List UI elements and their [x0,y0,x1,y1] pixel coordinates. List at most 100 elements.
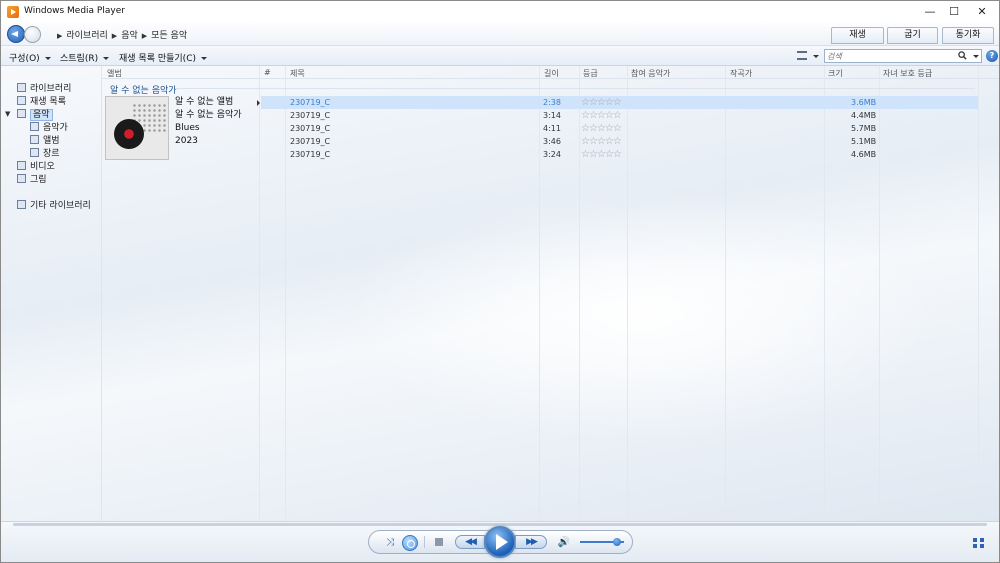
column-header-rating[interactable]: 등급 [583,68,598,79]
sidebar-item-label: 장르 [43,149,60,159]
track-row[interactable]: 230719_C 2:38 ☆☆☆☆☆ 3.6MB [261,96,978,109]
album-genre: Blues [175,123,200,133]
dropdown-arrow-icon [103,57,110,60]
dropdown-arrow-icon [201,57,207,60]
navigation-pane: 라이브러리 재생 목록 ▼ 음악 음악가 앨범 장르 비디오 그림 기타 라이브… [1,66,102,521]
column-divider [259,66,260,521]
volume-icon[interactable]: 🔊 [557,535,571,549]
control-separator [424,536,425,548]
stop-icon[interactable] [435,538,443,546]
track-row[interactable]: 230719_C 3:46 ☆☆☆☆☆ 5.1MB [261,135,978,148]
track-row[interactable]: 230719_C 3:24 ☆☆☆☆☆ 4.6MB [261,148,978,161]
column-header-composer[interactable]: 작곡가 [730,68,752,79]
rating-stars[interactable]: ☆☆☆☆☆ [581,110,622,121]
sidebar-item-label: 라이브러리 [30,84,72,94]
sidebar-item-playlists[interactable]: 재생 목록 [17,94,66,107]
track-length: 3:24 [543,150,561,159]
group-divider [175,88,975,89]
column-header-parental-rating[interactable]: 자녀 보호 등급 [883,68,932,79]
organize-menu[interactable]: 구성(O) [9,51,51,64]
rating-stars[interactable]: ☆☆☆☆☆ [581,97,622,108]
breadcrumb-library[interactable]: 라이브러리 [66,31,107,41]
next-button[interactable]: ▶▶ [515,535,547,549]
sidebar-item-other-libraries[interactable]: 기타 라이브러리 [17,198,91,211]
track-size: 3.6MB [851,98,877,107]
help-icon[interactable]: ? [986,50,998,62]
library-icon [17,83,26,92]
column-header-title[interactable]: 제목 [290,68,305,79]
vinyl-record-art [114,119,144,149]
close-button[interactable]: ✕ [959,1,999,23]
create-playlist-menu[interactable]: 재생 목록 만들기(C) [119,51,207,64]
column-header-contributing-artist[interactable]: 참여 음악가 [631,68,670,79]
track-title: 230719_C [290,111,331,120]
column-header-album[interactable]: 앨범 [107,68,122,79]
sidebar-item-music[interactable]: 음악 [17,107,53,121]
rating-stars[interactable]: ☆☆☆☆☆ [581,123,622,134]
sidebar-item-library[interactable]: 라이브러리 [17,81,72,94]
sidebar-item-artist[interactable]: 음악가 [30,120,68,133]
album-name: 알 수 없는 앨범 [175,97,234,107]
search-box[interactable] [824,49,982,63]
rating-stars[interactable]: ☆☆☆☆☆ [581,136,622,147]
search-dropdown-icon[interactable] [973,55,979,58]
view-options-icon[interactable] [797,51,807,60]
track-length: 3:14 [543,111,561,120]
previous-button[interactable]: ◀◀ [455,535,485,549]
group-header: 알 수 없는 음악가 [110,86,177,96]
sidebar-item-label: 재생 목록 [30,97,66,107]
switch-to-now-playing-icon[interactable] [973,538,985,548]
track-row[interactable]: 230719_C 3:14 ☆☆☆☆☆ 4.4MB [261,109,978,122]
album-year: 2023 [175,136,198,146]
track-title: 230719_C [290,98,331,107]
play-button[interactable] [484,526,516,558]
search-icon[interactable] [958,51,967,60]
stream-menu[interactable]: 스트림(R) [60,51,110,64]
expand-chevron-icon[interactable]: ▼ [5,110,10,118]
track-row[interactable]: 230719_C 4:11 ☆☆☆☆☆ 5.7MB [261,122,978,135]
album-info: 알 수 없는 앨범 알 수 없는 음악가 Blues 2023 [175,96,242,148]
tab-burn[interactable]: 굽기 [887,27,938,44]
volume-slider-handle[interactable] [613,538,621,546]
repeat-icon[interactable] [402,535,418,551]
other-libraries-icon [17,200,26,209]
album-icon [30,135,39,144]
search-input[interactable] [827,50,953,62]
title-bar: Windows Media Player — ☐ ✕ [1,1,999,23]
breadcrumb-all-music[interactable]: 모든 음악 [151,31,187,41]
organize-label: 구성(O) [9,54,40,64]
track-size: 4.6MB [851,150,877,159]
chevron-right-icon[interactable]: ▶ [112,32,117,40]
track-size: 5.7MB [851,124,877,133]
tab-sync[interactable]: 동기화 [942,27,994,44]
column-header-number[interactable]: # [264,68,271,77]
column-divider [978,66,979,521]
view-options-arrow-icon[interactable] [813,55,819,58]
media-player-icon [7,6,19,18]
back-button[interactable] [7,25,25,43]
sidebar-item-label: 앨범 [43,136,60,146]
genre-icon [30,148,39,157]
breadcrumb-music[interactable]: 음악 [121,31,138,41]
sidebar-item-videos[interactable]: 비디오 [17,159,55,172]
sidebar-item-pictures[interactable]: 그림 [17,172,47,185]
player-controls-bar: ⤨ ◀◀ ▶▶ 🔊 [1,521,999,562]
sidebar-item-genre[interactable]: 장르 [30,146,60,159]
album-art[interactable] [105,96,169,160]
sidebar-item-album[interactable]: 앨범 [30,133,60,146]
shuffle-icon[interactable]: ⤨ [383,535,397,551]
playlist-icon [17,96,26,105]
toolbar: 구성(O) 스트림(R) 재생 목록 만들기(C) ? [1,45,999,66]
forward-button[interactable] [24,26,41,43]
sidebar-item-label: 음악가 [43,123,68,133]
album-artist: 알 수 없는 음악가 [175,110,242,120]
rating-stars[interactable]: ☆☆☆☆☆ [581,149,622,160]
column-header-size[interactable]: 크기 [828,68,843,79]
tab-play[interactable]: 재생 [831,27,884,44]
sidebar-item-label: 기타 라이브러리 [30,201,91,211]
now-playing-arrow-icon [257,100,260,106]
column-header-length[interactable]: 길이 [544,68,559,79]
chevron-right-icon[interactable]: ▶ [142,32,147,40]
column-headers: 앨범 # 제목 길이 등급 참여 음악가 작곡가 크기 자녀 보호 등급 [102,66,999,79]
window-title: Windows Media Player [24,6,125,16]
